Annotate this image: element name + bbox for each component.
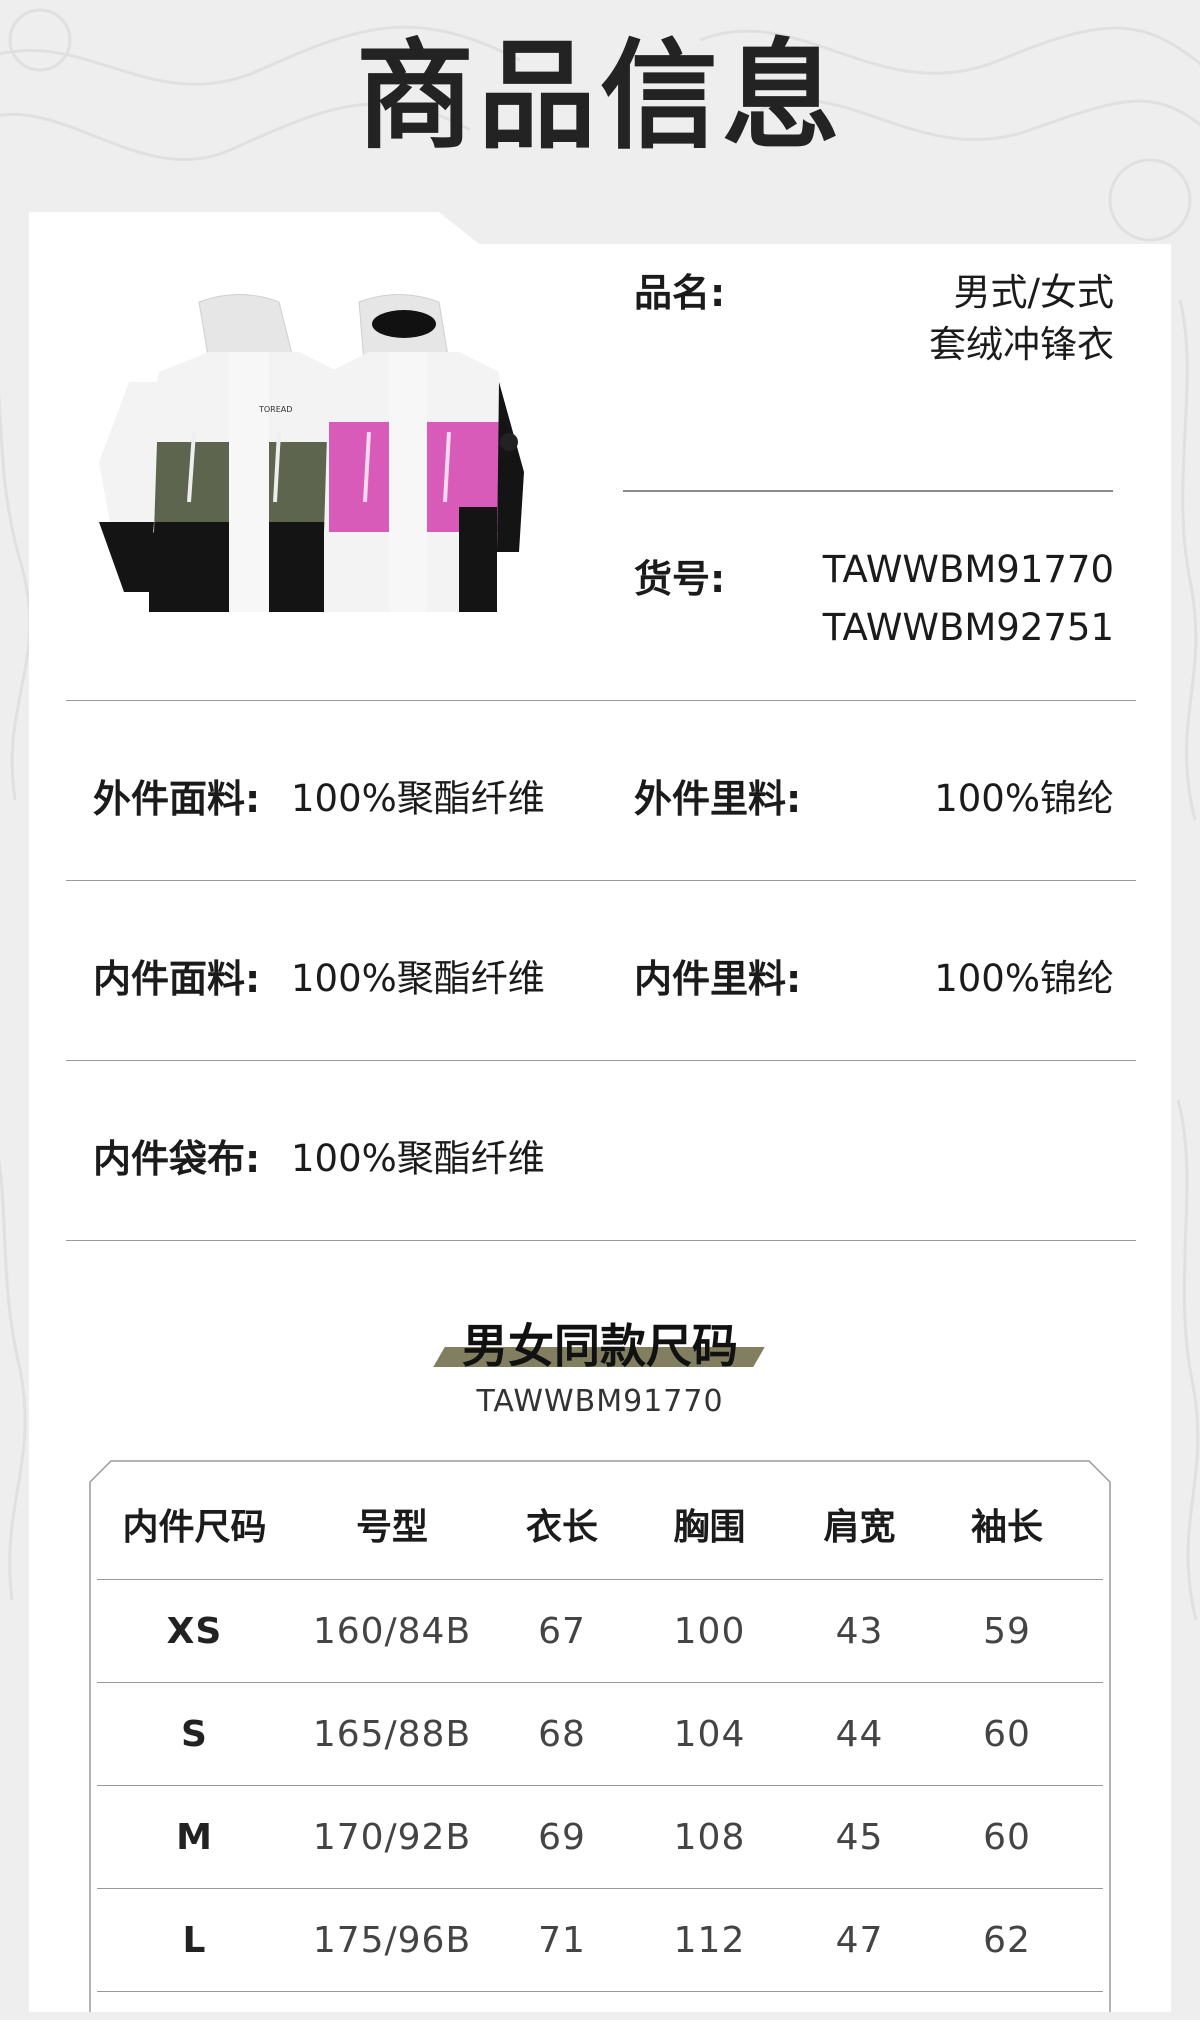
material-value: 100%聚酯纤维 xyxy=(291,1137,545,1180)
size-table: 内件尺码 号型 衣长 胸围 肩宽 袖长 XS 160/84B 67 100 43… xyxy=(97,1469,1103,1992)
name-value-line1: 男式/女式 xyxy=(953,271,1114,314)
table-row: S 165/88B 68 104 44 60 xyxy=(97,1683,1103,1786)
table-cell: M xyxy=(176,1816,213,1858)
table-cell: 71 xyxy=(538,1919,586,1961)
pink-jacket xyxy=(324,294,524,612)
size-section-title: 男女同款尺码 xyxy=(462,1319,738,1373)
table-row: XS 160/84B 67 100 43 59 xyxy=(97,1580,1103,1683)
material-label: 内件里料: xyxy=(634,957,802,1001)
table-cell: 160/84B xyxy=(312,1610,472,1652)
table-row: L 175/96B 71 112 47 62 xyxy=(97,1889,1103,1992)
material-label: 外件里料: xyxy=(634,777,802,821)
table-cell: 62 xyxy=(983,1919,1031,1961)
sku-label: 货号: xyxy=(634,557,726,601)
sku-value-line2: TAWWBM92751 xyxy=(822,606,1114,649)
table-cell: S xyxy=(181,1713,208,1755)
table-cell: 69 xyxy=(538,1816,586,1858)
column-header: 袖长 xyxy=(970,1507,1043,1548)
column-header: 胸围 xyxy=(673,1507,746,1548)
table-cell: 60 xyxy=(983,1816,1031,1858)
table-cell: 104 xyxy=(673,1713,746,1755)
table-cell: 170/92B xyxy=(312,1816,472,1858)
column-header: 肩宽 xyxy=(823,1507,896,1548)
divider xyxy=(66,1060,1136,1061)
table-row: M 170/92B 69 108 45 60 xyxy=(97,1786,1103,1889)
table-cell: 44 xyxy=(835,1713,884,1755)
material-label: 内件面料: xyxy=(93,957,261,1001)
size-section-code: TAWWBM91770 xyxy=(476,1384,724,1419)
table-cell: 60 xyxy=(983,1713,1031,1755)
column-header: 衣长 xyxy=(525,1507,598,1548)
material-value: 100%锦纶 xyxy=(934,957,1114,1000)
divider xyxy=(66,700,1136,701)
column-header: 内件尺码 xyxy=(122,1507,267,1548)
name-label: 品名: xyxy=(634,271,726,315)
material-value: 100%聚酯纤维 xyxy=(291,957,545,1000)
table-cell: 165/88B xyxy=(312,1713,472,1755)
material-value: 100%锦纶 xyxy=(934,777,1114,820)
table-cell: 108 xyxy=(673,1816,746,1858)
table-cell: L xyxy=(182,1919,207,1961)
name-value-line2: 套绒冲锋衣 xyxy=(929,323,1114,366)
table-cell: 67 xyxy=(538,1610,586,1652)
jacket-logo-text: TOREAD xyxy=(258,405,292,414)
table-cell: 47 xyxy=(835,1919,884,1961)
table-cell: XS xyxy=(166,1610,223,1652)
material-label: 内件袋布: xyxy=(93,1137,261,1181)
table-cell: 175/96B xyxy=(312,1919,472,1961)
divider xyxy=(623,490,1113,492)
sku-value-line1: TAWWBM91770 xyxy=(822,548,1114,591)
divider xyxy=(66,880,1136,881)
table-cell: 68 xyxy=(538,1713,586,1755)
material-label: 外件面料: xyxy=(93,777,261,821)
table-cell: 112 xyxy=(673,1919,746,1961)
column-header: 号型 xyxy=(355,1507,428,1548)
table-cell: 45 xyxy=(835,1816,884,1858)
table-cell: 100 xyxy=(673,1610,746,1652)
jacket-product-image: TOREAD xyxy=(99,294,524,612)
divider xyxy=(66,1240,1136,1241)
table-header-row: 内件尺码 号型 衣长 胸围 肩宽 袖长 xyxy=(97,1469,1103,1580)
product-info-card: TOREAD 品名: 男式/女式 套绒冲锋衣 货号: TAWWBM91770 T… xyxy=(29,212,1171,2012)
material-value: 100%聚酯纤维 xyxy=(291,777,545,820)
table-cell: 43 xyxy=(835,1610,884,1652)
table-cell: 59 xyxy=(983,1610,1031,1652)
page-title: 商品信息 xyxy=(355,27,844,165)
